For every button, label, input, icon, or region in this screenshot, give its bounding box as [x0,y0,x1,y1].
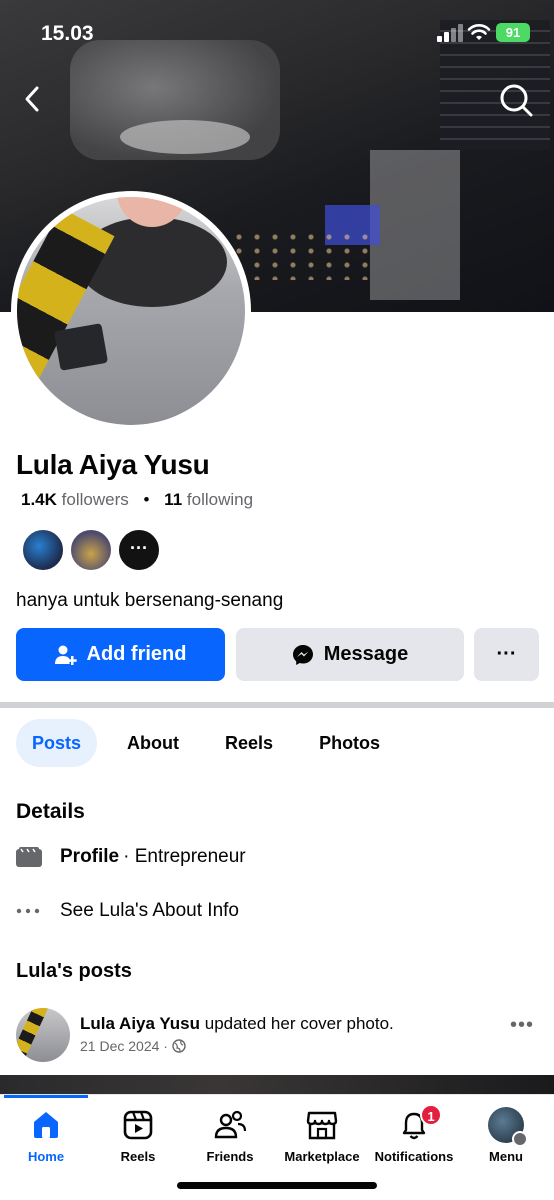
followers-label[interactable]: followers [62,490,129,509]
active-tab-indicator [4,1095,88,1098]
mutual-friend-avatar[interactable] [69,528,113,572]
profile-type-label: Profile [60,846,120,867]
nav-friends-label: Friends [206,1149,254,1164]
menu-avatar [488,1107,528,1147]
nav-notifications[interactable]: 1 Notifications [368,1104,460,1164]
post-author-avatar[interactable] [16,1008,70,1062]
nav-notifications-label: Notifications [374,1149,454,1164]
add-friend-button[interactable]: Add friend [16,628,225,681]
home-icon [34,1112,58,1138]
friends-icon [214,1110,247,1139]
posts-heading: Lula's posts [16,960,132,982]
tab-photos[interactable]: Photos [303,719,396,767]
notification-badge: 1 [420,1104,442,1126]
profile-name: Lula Aiya Yusu [16,449,210,480]
status-bar: 15.03 91 [0,0,554,60]
profile-bio: hanya untuk bersenang-senang [16,590,284,611]
nav-home-label: Home [27,1149,65,1164]
profile-photo [17,197,245,425]
profile-tabs: Posts About Reels Photos [16,719,410,767]
nav-reels[interactable]: Reels [92,1107,184,1164]
back-arrow-icon[interactable] [18,84,48,114]
search-icon[interactable] [498,82,534,118]
follow-stats: 1.4K followers • 11 following [21,490,253,510]
post-action-text: updated her cover photo. [204,1014,394,1033]
nav-menu-label: Menu [489,1149,523,1164]
add-friend-icon [54,645,77,665]
status-time: 15.03 [41,22,94,45]
marketplace-icon [306,1111,338,1140]
add-friend-label: Add friend [86,643,187,665]
tab-reels[interactable]: Reels [209,719,289,767]
tab-about[interactable]: About [111,719,195,767]
profile-avatar[interactable] [11,191,251,431]
post-author-name[interactable]: Lula Aiya Yusu [80,1014,200,1033]
wifi-icon [467,24,491,40]
about-info-row[interactable]: See Lula's About Info [16,900,239,922]
nav-home[interactable]: Home [0,1107,92,1164]
details-heading: Details [16,800,85,823]
menu-hamburger-icon [512,1131,528,1147]
followers-count[interactable]: 1.4K [21,490,57,509]
message-label: Message [323,643,409,665]
cellular-signal-icon [437,24,463,42]
post-options-button[interactable]: ••• [510,1014,534,1037]
stats-separator: • [143,490,150,509]
nav-reels-label: Reels [120,1149,156,1164]
following-label[interactable]: following [187,490,253,509]
reels-icon [123,1110,153,1140]
cover-table-shape [120,120,250,154]
cover-city-lights [230,230,380,280]
ellipsis-icon [16,908,44,914]
battery-icon: 91 [496,23,530,42]
nav-marketplace[interactable]: Marketplace [276,1107,368,1164]
cover-window-shape [370,150,460,300]
message-button[interactable]: Message [236,628,464,681]
nav-menu[interactable]: Menu [460,1107,552,1164]
photo-badge-shape [53,323,109,371]
post-date[interactable]: 21 Dec 2024 · [80,1038,168,1054]
more-actions-button[interactable]: ··· [474,628,539,681]
profile-type-value: · Entrepreneur [123,846,246,867]
mutual-friend-avatar[interactable] [21,528,65,572]
nav-marketplace-label: Marketplace [284,1149,360,1164]
about-info-link[interactable]: See Lula's About Info [60,900,239,922]
briefcase-icon [16,847,44,867]
nav-friends[interactable]: Friends [184,1107,276,1164]
section-divider [0,702,554,708]
profile-type-row: Profile · Entrepreneur [16,846,246,868]
globe-icon [172,1039,186,1053]
post-meta: 21 Dec 2024 · [80,1038,186,1054]
home-indicator [177,1182,377,1189]
post-header: Lula Aiya Yusu updated her cover photo. … [16,1008,538,1062]
tab-posts[interactable]: Posts [16,719,98,767]
messenger-icon [292,644,313,665]
following-count[interactable]: 11 [164,490,182,509]
mutual-more-button[interactable]: ··· [117,528,161,572]
post-title: Lula Aiya Yusu updated her cover photo. [80,1014,394,1034]
